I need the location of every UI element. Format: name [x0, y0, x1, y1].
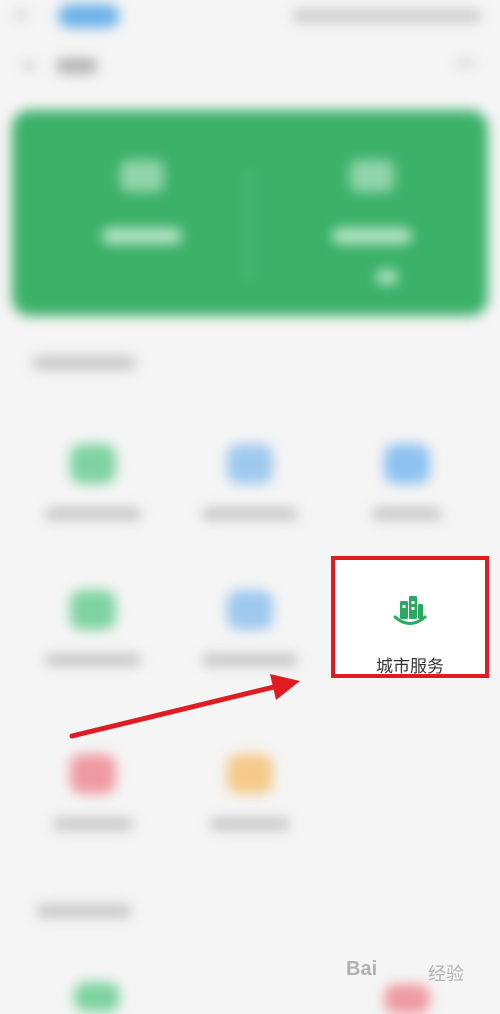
nav-bar: [0, 44, 500, 94]
service-tile[interactable]: [18, 730, 168, 860]
status-indicator: [14, 10, 28, 20]
banner-divider: [248, 170, 250, 280]
service-label: [210, 818, 290, 830]
city-services-tile[interactable]: 城市服务: [331, 556, 489, 678]
banner-stat-value: [120, 160, 164, 192]
service-icon: [70, 590, 116, 630]
service-label: [202, 654, 298, 666]
service-label: [45, 508, 141, 520]
service-icon: [384, 984, 430, 1014]
service-label: [202, 508, 298, 520]
service-icon: [384, 444, 430, 484]
service-tile[interactable]: [18, 566, 168, 696]
back-icon[interactable]: [22, 64, 36, 68]
status-icons: [292, 10, 482, 22]
service-icon: [74, 982, 120, 1012]
summary-banner: [12, 110, 488, 316]
section-heading: [36, 904, 132, 918]
banner-stat-label: [102, 228, 182, 244]
service-icon: [70, 754, 116, 794]
banner-stat-right[interactable]: [312, 160, 432, 300]
banner-stat-label: [332, 228, 412, 244]
service-icon: [227, 754, 273, 794]
service-label: [372, 508, 442, 520]
banner-stat-left[interactable]: [82, 160, 202, 300]
service-tile[interactable]: [175, 420, 325, 550]
service-tile[interactable]: [332, 420, 482, 550]
banner-stat-value: [350, 160, 394, 192]
service-tile[interactable]: [18, 420, 168, 550]
status-pill: [58, 4, 120, 28]
service-tile[interactable]: [175, 730, 325, 860]
section-heading: [32, 356, 136, 370]
city-buildings-icon: [393, 596, 427, 625]
service-tile[interactable]: [175, 566, 325, 696]
watermark-logo: Bai: [346, 958, 378, 980]
baidu-watermark: Bai 经验: [338, 952, 488, 986]
status-bar: [0, 0, 500, 36]
service-label: [53, 818, 133, 830]
page-title: [56, 58, 98, 74]
more-icon[interactable]: [456, 60, 476, 66]
service-icon: [227, 444, 273, 484]
watermark-text: 经验: [428, 964, 464, 984]
city-services-label: 城市服务: [376, 657, 444, 676]
service-icon: [70, 444, 116, 484]
service-label: [45, 654, 141, 666]
banner-tag: [376, 270, 398, 284]
service-icon: [227, 590, 273, 630]
